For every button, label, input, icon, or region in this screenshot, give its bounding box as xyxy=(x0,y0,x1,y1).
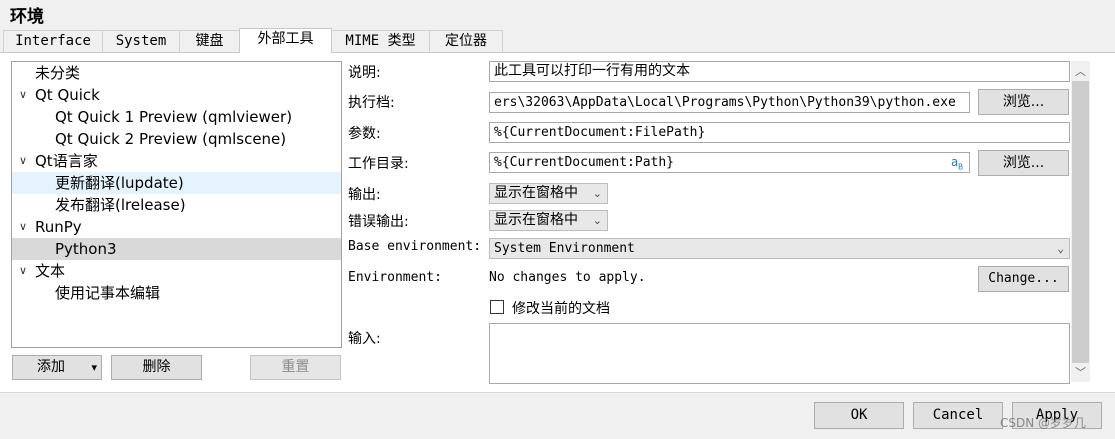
working-directory-value: %{CurrentDocument:Path} xyxy=(494,155,675,170)
error-output-label: 错误输出: xyxy=(348,214,409,230)
scroll-down-icon[interactable]: ﹀ xyxy=(1071,364,1090,380)
chevron-down-icon[interactable]: ∨ xyxy=(16,260,30,282)
reset-tool-button[interactable]: 重置 xyxy=(250,355,341,380)
watermark: CSDN @岁岁几 xyxy=(1000,416,1087,430)
tree-group-qt-quick[interactable]: ∨ Qt Quick xyxy=(12,84,341,106)
output-label: 输出: xyxy=(348,187,381,203)
tree-item-qmlscene[interactable]: Qt Quick 2 Preview (qmlscene) xyxy=(12,128,341,150)
tree-item-notepad[interactable]: 使用记事本编辑 xyxy=(12,282,341,304)
tree-group-runpy[interactable]: ∨ RunPy xyxy=(12,216,341,238)
base-environment-label: Base environment: xyxy=(348,239,482,254)
tree-item-label: RunPy xyxy=(35,218,82,236)
ok-button[interactable]: OK xyxy=(814,402,904,429)
base-environment-value: System Environment xyxy=(494,241,635,256)
tree-item-uncategorized[interactable]: 未分类 xyxy=(12,62,341,84)
tree-item-qmlviewer[interactable]: Qt Quick 1 Preview (qmlviewer) xyxy=(12,106,341,128)
tree-item-lupdate[interactable]: 更新翻译(lupdate) xyxy=(12,172,341,194)
tab-system[interactable]: System xyxy=(102,30,180,52)
variable-chooser-icon[interactable]: aB xyxy=(951,153,963,172)
arguments-input[interactable]: %{CurrentDocument:FilePath} xyxy=(489,122,1070,143)
tab-keyboard[interactable]: 键盘 xyxy=(179,30,240,52)
tree-item-label: Qt Quick 1 Preview (qmlviewer) xyxy=(55,108,293,126)
description-label: 说明: xyxy=(348,65,381,81)
cancel-button[interactable]: Cancel xyxy=(913,402,1003,429)
output-select-value: 显示在窗格中 xyxy=(494,185,578,201)
description-input[interactable]: 此工具可以打印一行有用的文本 xyxy=(489,61,1070,82)
add-tool-button[interactable]: 添加 ▾ xyxy=(12,355,102,380)
tab-interface[interactable]: Interface xyxy=(3,30,103,52)
executable-input[interactable]: ers\32063\AppData\Local\Programs\Python\… xyxy=(489,92,970,113)
chevron-down-icon: ⌄ xyxy=(592,214,602,227)
tree-item-python3[interactable]: Python3 xyxy=(12,238,341,260)
error-output-select[interactable]: 显示在窗格中 ⌄ xyxy=(489,210,608,231)
tree-item-label: 未分类 xyxy=(35,64,81,82)
tree-item-label: 文本 xyxy=(35,262,66,280)
tree-item-label: Qt Quick xyxy=(35,86,100,104)
tab-bar: Interface System 键盘 外部工具 MIME 类型 定位器 xyxy=(0,28,1115,53)
executable-label: 执行档: xyxy=(348,95,395,111)
scrollbar-thumb[interactable] xyxy=(1072,81,1089,363)
tree-item-lrelease[interactable]: 发布翻译(lrelease) xyxy=(12,194,341,216)
tree-item-label: 更新翻译(lupdate) xyxy=(55,174,184,192)
tree-item-label: 使用记事本编辑 xyxy=(55,284,161,302)
tools-tree[interactable]: 未分类 ∨ Qt Quick Qt Quick 1 Preview (qmlvi… xyxy=(11,61,342,348)
tree-item-label: Qt Quick 2 Preview (qmlscene) xyxy=(55,130,287,148)
tree-group-text[interactable]: ∨ 文本 xyxy=(12,260,341,282)
environment-label: Environment: xyxy=(348,270,442,285)
tree-group-qt-linguist[interactable]: ∨ Qt语言家 xyxy=(12,150,341,172)
environment-change-button[interactable]: Change... xyxy=(978,266,1069,292)
chevron-down-icon[interactable]: ∨ xyxy=(16,84,30,106)
tab-external-tools[interactable]: 外部工具 xyxy=(239,28,332,53)
variable-chooser-icon-sub: B xyxy=(958,162,963,172)
tree-item-label: Qt语言家 xyxy=(35,152,98,170)
chevron-down-icon: ⌄ xyxy=(1057,242,1064,255)
chevron-down-icon[interactable]: ∨ xyxy=(16,150,30,172)
environment-status: No changes to apply. xyxy=(489,270,646,285)
tab-locator[interactable]: 定位器 xyxy=(429,30,503,52)
scroll-up-icon[interactable]: ︿ xyxy=(1071,63,1090,79)
browse-working-directory-button[interactable]: 浏览... xyxy=(978,150,1069,176)
modify-document-label: 修改当前的文档 xyxy=(512,301,610,317)
chevron-down-icon[interactable]: ∨ xyxy=(16,216,30,238)
base-environment-select[interactable]: System Environment ⌄ xyxy=(489,238,1070,259)
input-label: 输入: xyxy=(348,331,381,347)
dropdown-arrow-icon[interactable]: ▾ xyxy=(91,356,97,379)
tree-item-label: 发布翻译(lrelease) xyxy=(55,196,186,214)
modify-document-checkbox[interactable] xyxy=(490,300,504,314)
window-title: 环境 xyxy=(10,7,44,27)
working-directory-input[interactable]: %{CurrentDocument:Path} aB xyxy=(489,152,970,173)
working-directory-label: 工作目录: xyxy=(348,156,409,172)
add-tool-label: 添加 xyxy=(37,359,65,375)
tab-mime-types[interactable]: MIME 类型 xyxy=(331,30,430,52)
browse-executable-button[interactable]: 浏览... xyxy=(978,89,1069,115)
delete-tool-button[interactable]: 删除 xyxy=(111,355,202,380)
output-select[interactable]: 显示在窗格中 ⌄ xyxy=(489,183,608,204)
chevron-down-icon: ⌄ xyxy=(592,187,602,200)
error-output-select-value: 显示在窗格中 xyxy=(494,212,578,228)
tree-item-label: Python3 xyxy=(55,240,117,258)
input-textarea[interactable] xyxy=(489,323,1070,384)
arguments-label: 参数: xyxy=(348,126,381,142)
